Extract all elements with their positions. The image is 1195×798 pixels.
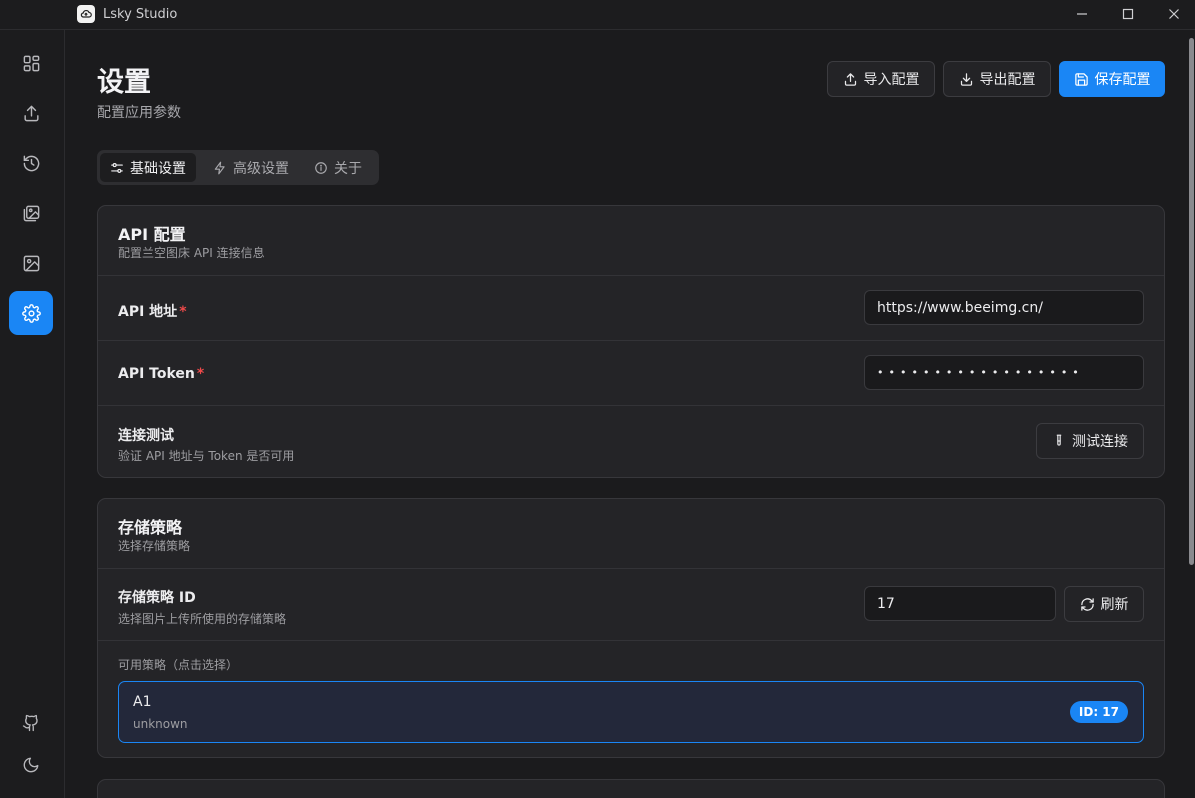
dashboard-icon — [23, 55, 39, 71]
nav-upload[interactable] — [9, 91, 53, 135]
history-icon — [23, 155, 39, 171]
strategy-id-input[interactable]: 17 — [864, 586, 1056, 621]
import-config-button[interactable]: 导入配置 — [827, 61, 935, 97]
api-address-label: API 地址 * — [118, 304, 187, 320]
strategy-id-badge: ID: 17 — [1069, 701, 1128, 723]
app-logo-icon — [77, 5, 95, 23]
github-icon — [22, 714, 38, 732]
refresh-icon — [1080, 597, 1094, 611]
available-strategies-label: 可用策略（点击选择） — [118, 658, 239, 672]
tab-advanced[interactable]: 高级设置 — [203, 153, 299, 182]
download-icon — [960, 72, 972, 86]
storage-strategy-card: 存储策略 选择存储策略 存储策略 ID 选择图片上传所使用的存储策略 17 刷新… — [97, 498, 1165, 758]
close-button[interactable] — [1163, 4, 1185, 24]
refresh-button[interactable]: 刷新 — [1064, 586, 1144, 622]
divider — [98, 275, 1164, 276]
scrollbar-thumb[interactable] — [1189, 38, 1194, 565]
card-title: 存储策略 — [118, 518, 183, 537]
maximize-button[interactable] — [1117, 4, 1139, 24]
minimize-icon — [1077, 13, 1087, 15]
strategy-item[interactable]: A1 unknown ID: 17 — [118, 681, 1144, 743]
minimize-button[interactable] — [1071, 4, 1093, 24]
nav-history[interactable] — [9, 141, 53, 185]
window-title: Lsky Studio — [103, 7, 178, 22]
bolt-icon — [214, 161, 225, 174]
maximize-icon — [1122, 8, 1134, 20]
api-config-card: API 配置 配置兰空图床 API 连接信息 API 地址 * https://w… — [97, 205, 1165, 478]
strategy-type: unknown — [133, 717, 188, 731]
sliders-icon — [111, 162, 123, 173]
test-tube-icon — [1056, 434, 1062, 446]
theme-toggle[interactable] — [9, 743, 53, 787]
upload-icon — [844, 72, 856, 86]
upload-icon — [23, 105, 39, 121]
nav-images[interactable] — [9, 241, 53, 285]
close-icon — [1169, 9, 1179, 19]
export-config-button[interactable]: 导出配置 — [943, 61, 1051, 97]
nav-settings[interactable] — [9, 291, 53, 335]
title-bar: Lsky Studio — [0, 0, 1195, 30]
gallery-icon — [23, 205, 39, 221]
card-description: 选择存储策略 — [118, 539, 191, 553]
save-config-button[interactable]: 保存配置 — [1059, 61, 1165, 97]
nav-gallery[interactable] — [9, 191, 53, 235]
image-icon — [23, 255, 39, 271]
strategy-id-label: 存储策略 ID — [118, 590, 196, 606]
page-subtitle: 配置应用参数 — [97, 105, 181, 121]
save-icon — [1074, 72, 1088, 86]
tab-basic[interactable]: 基础设置 — [100, 153, 196, 182]
settings-tabs: 基础设置 高级设置 关于 — [97, 150, 379, 185]
settings-icon — [21, 303, 41, 323]
connection-test-desc: 验证 API 地址与 Token 是否可用 — [118, 449, 295, 463]
card-title: API 配置 — [118, 225, 186, 244]
page-title: 设置 — [97, 67, 151, 98]
divider — [98, 340, 1164, 341]
divider — [98, 405, 1164, 406]
next-section-card — [97, 779, 1165, 798]
test-connection-button[interactable]: 测试连接 — [1036, 423, 1144, 459]
moon-icon — [23, 757, 39, 773]
tab-about[interactable]: 关于 — [304, 153, 372, 182]
scrollbar[interactable] — [1188, 30, 1195, 798]
strategy-name: A1 — [133, 694, 152, 710]
info-icon — [315, 161, 327, 174]
divider — [98, 568, 1164, 569]
api-token-input[interactable]: •••••••••••••••••• — [864, 355, 1144, 390]
main-content: 设置 配置应用参数 导入配置 导出配置 保存配置 基础设置 高级设置 关于 AP… — [65, 30, 1188, 798]
nav-dashboard[interactable] — [9, 41, 53, 85]
card-description: 配置兰空图床 API 连接信息 — [118, 246, 265, 260]
api-token-label: API Token * — [118, 366, 205, 382]
api-address-input[interactable]: https://www.beeimg.cn/ — [864, 290, 1144, 325]
divider — [98, 640, 1164, 641]
connection-test-label: 连接测试 — [118, 428, 174, 444]
sidebar — [0, 30, 65, 798]
nav-github[interactable] — [9, 701, 53, 745]
strategy-id-desc: 选择图片上传所使用的存储策略 — [118, 612, 287, 626]
